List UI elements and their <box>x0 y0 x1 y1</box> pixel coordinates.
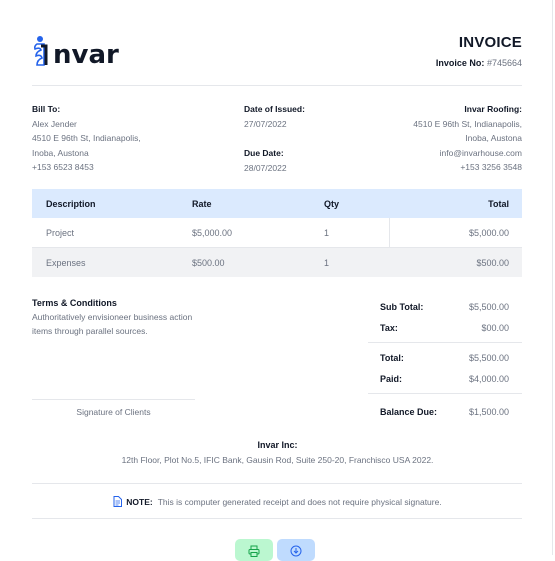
seller-email: info@invarhouse.com <box>439 147 522 158</box>
footer-company-name: Invar Inc: <box>257 440 298 450</box>
footer-bottom-divider <box>32 518 522 519</box>
seller-address-line1: 4510 E 96th St, Indianapolis, <box>413 118 522 129</box>
invoice-actions <box>235 539 315 561</box>
print-button[interactable] <box>235 539 273 561</box>
row-rate: $5,000.00 <box>192 227 233 238</box>
invar-logo-icon <box>33 36 48 66</box>
due-date-value: 28/07/2022 <box>244 162 287 173</box>
balance-due-value: $1,500.00 <box>468 407 509 417</box>
note-text: This is computer generated receipt and d… <box>157 496 442 507</box>
issued-date-label: Date of Issued: <box>244 104 305 114</box>
signature-label: Signature of Clients <box>76 407 151 417</box>
download-icon <box>290 545 302 557</box>
footer-address: 12th Floor, Plot No.5, IFIC Bank, Gausin… <box>121 455 434 465</box>
column-header-qty: Qty <box>324 198 340 209</box>
header-divider <box>32 85 522 86</box>
footer-divider <box>32 483 522 484</box>
page-edge-divider <box>552 0 553 555</box>
seller-phone: +153 3256 3548 <box>460 162 522 172</box>
paid-row: Paid: $4,000.00 <box>368 368 522 389</box>
paid-value: $4,000.00 <box>468 373 509 384</box>
note-label: NOTE: <box>126 496 153 507</box>
totals-divider <box>368 342 522 343</box>
table-header-row: Description Rate Qty Total <box>32 189 522 218</box>
row-description: Project <box>46 227 75 238</box>
logo-wordmark: nvar <box>53 40 119 70</box>
seller-block: Invar Roofing: 4510 E 96th St, Indianapo… <box>413 102 522 175</box>
row-qty: 1 <box>310 218 390 247</box>
bill-to-phone: +153 6523 8453 <box>32 162 94 172</box>
total-label: Total: <box>380 352 404 363</box>
subtotal-value: $5,500.00 <box>468 301 509 312</box>
document-icon <box>113 496 123 507</box>
bill-to-heading: Bill To: <box>32 104 61 114</box>
bill-to-name: Alex Jender <box>32 118 77 129</box>
company-logo: nvar <box>32 34 119 68</box>
issued-date-value: 27/07/2022 <box>244 118 287 129</box>
row-rate: $500.00 <box>192 257 225 268</box>
tax-label: Tax: <box>380 322 398 333</box>
totals-block: Sub Total: $5,500.00 Tax: $00.00 Total: … <box>368 296 522 426</box>
totals-divider <box>368 393 522 394</box>
bill-to-block: Bill To: Alex Jender 4510 E 96th St, Ind… <box>32 102 141 175</box>
paid-label: Paid: <box>380 373 403 384</box>
invoice-title: INVOICE <box>458 34 522 51</box>
printer-icon <box>248 545 260 557</box>
row-description: Expenses <box>46 257 86 268</box>
tax-row: Tax: $00.00 <box>368 317 522 338</box>
invoice-number: Invoice No: #745664 <box>436 58 522 68</box>
due-date-label: Due Date: <box>244 148 284 158</box>
table-row: Expenses $500.00 1 $500.00 <box>32 248 522 277</box>
bill-to-address-line1: 4510 E 96th St, Indianapolis, <box>32 133 141 143</box>
balance-due-row: Balance Due: $1,500.00 <box>368 398 522 426</box>
seller-address-line2: Inoba, Austona <box>465 133 522 143</box>
total-value: $5,500.00 <box>468 352 509 363</box>
subtotal-label: Sub Total: <box>380 301 424 312</box>
column-header-total: Total <box>488 198 509 209</box>
invoice-number-label: Invoice No: <box>435 58 485 68</box>
column-header-rate: Rate <box>192 198 212 209</box>
seller-heading: Invar Roofing: <box>464 104 522 114</box>
total-row: Total: $5,500.00 <box>368 347 522 368</box>
tax-value: $00.00 <box>481 322 509 333</box>
dates-block: Date of Issued: 27/07/2022 Due Date: 28/… <box>244 102 305 175</box>
invoice-number-value: #745664 <box>486 58 522 68</box>
invoice-items-table: Description Rate Qty Total Project $5,00… <box>32 189 522 277</box>
terms-body: Authoritatively envisioneer business act… <box>32 312 193 336</box>
balance-due-label: Balance Due: <box>380 407 438 417</box>
terms-block: Terms & Conditions Authoritatively envis… <box>32 296 212 338</box>
bill-to-address-line2: Inoba, Austona <box>32 147 89 158</box>
row-qty: 1 <box>324 257 330 268</box>
column-header-description: Description <box>46 198 96 209</box>
row-total: $500.00 <box>476 257 509 268</box>
table-row: Project $5,000.00 1 $5,000.00 <box>32 218 522 248</box>
signature-line <box>32 399 195 400</box>
download-button[interactable] <box>277 539 315 561</box>
footer-note: NOTE: This is computer generated receipt… <box>0 496 555 507</box>
subtotal-row: Sub Total: $5,500.00 <box>368 296 522 317</box>
terms-heading: Terms & Conditions <box>32 298 117 308</box>
row-total: $5,000.00 <box>468 227 509 238</box>
